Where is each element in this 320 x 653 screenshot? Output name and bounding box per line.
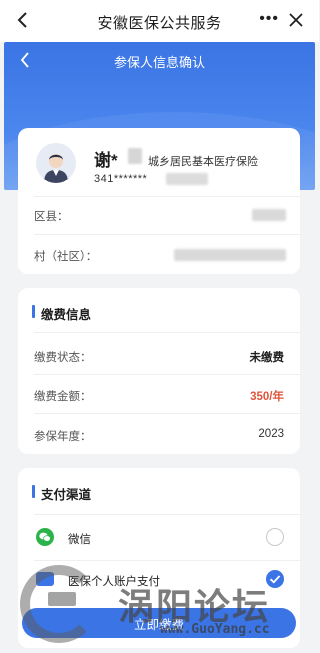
name-redaction (128, 148, 142, 164)
village-label: 村（社区）： (34, 251, 98, 263)
person-avatar-icon (36, 143, 76, 183)
divider (34, 234, 300, 235)
divider (34, 560, 300, 561)
more-button[interactable]: ••• (259, 10, 279, 28)
id-redaction (166, 173, 208, 185)
payment-amount-label: 缴费金额： (34, 391, 92, 403)
insurance-type: 城乡居民基本医疗保险 (148, 156, 258, 168)
payment-info-card: 缴费信息 缴费状态： 未缴费 缴费金额： 350/年 参保年度： 2023 (18, 288, 300, 454)
payment-channel-title: 支付渠道 (32, 484, 91, 503)
watermark-logo-bar (48, 592, 76, 606)
divider (34, 332, 300, 333)
insurance-year-label: 参保年度： (34, 431, 92, 443)
close-icon (289, 13, 303, 27)
id-number: 341******* (94, 173, 148, 185)
app-navigation-bar: 安徽医保公共服务 ••• (0, 0, 319, 42)
insurance-year-value: 2023 (258, 428, 284, 440)
watermark-url: www.GuoYang.cc (160, 622, 270, 637)
divider (34, 374, 300, 375)
insured-person-card: 谢* 城乡居民基本医疗保险 341******* 区县： 村（社区）： (18, 128, 300, 274)
district-value-redacted (252, 209, 286, 221)
divider (34, 196, 300, 197)
wechat-radio[interactable] (266, 528, 284, 546)
payment-info-title: 缴费信息 (32, 304, 91, 323)
village-value-redacted (174, 249, 286, 261)
divider (34, 413, 300, 414)
payment-status-value: 未缴费 (249, 352, 285, 364)
payment-amount-value: 350/年 (250, 391, 284, 403)
district-label: 区县： (34, 211, 69, 223)
wechat-icon (36, 528, 54, 546)
wechat-option-label: 微信 (68, 534, 91, 546)
close-button[interactable] (287, 10, 305, 30)
divider (34, 514, 300, 515)
payment-status-label: 缴费状态： (34, 352, 92, 364)
insured-person-name: 谢* (94, 151, 118, 170)
avatar (36, 143, 76, 183)
page-title: 参保人信息确认 (113, 55, 205, 70)
